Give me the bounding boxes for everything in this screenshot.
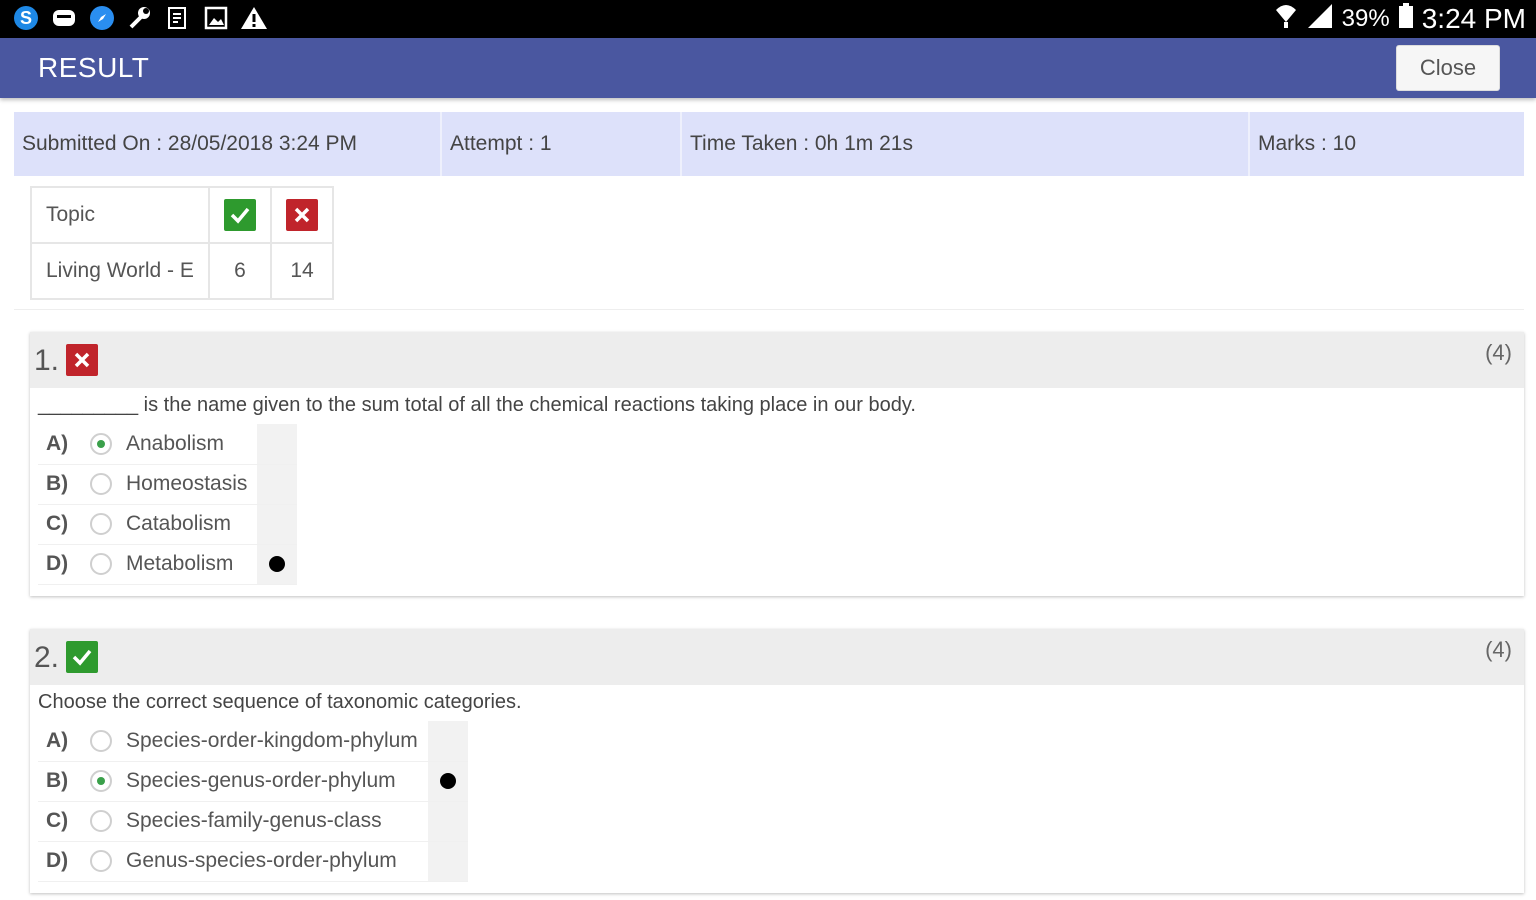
option-text: Catabolism — [124, 504, 258, 545]
option-text: Species-family-genus-class — [124, 801, 428, 842]
option-text: Genus-species-order-phylum — [124, 841, 428, 882]
radio-button[interactable] — [90, 473, 112, 496]
skype-icon: S — [12, 4, 40, 32]
correct-answer-dot — [269, 556, 286, 573]
option-text: Homeostasis — [124, 464, 258, 505]
signal-icon — [1306, 2, 1334, 37]
option-text: Metabolism — [124, 544, 258, 585]
question-marks: (4) — [1485, 340, 1512, 365]
topic-table: Topic Living World - E 6 14 — [30, 186, 334, 300]
status-bar: S 39% 3:24 PM — [0, 0, 1536, 38]
option-row: C) Species-family-genus-class — [38, 801, 468, 842]
wifi-icon — [1274, 2, 1298, 37]
svg-text:S: S — [20, 8, 32, 28]
app-bar: RESULT Close — [0, 38, 1536, 98]
option-letter: A) — [38, 424, 78, 465]
document-icon — [164, 4, 192, 32]
image-icon — [202, 4, 230, 32]
correct-count: 6 — [208, 242, 272, 300]
battery-percent: 39% — [1341, 5, 1390, 32]
option-text: Anabolism — [124, 424, 258, 465]
option-letter: B) — [38, 761, 78, 802]
radio-button[interactable] — [90, 433, 112, 456]
options-list: A) Species-order-kingdom-phylum B) Speci… — [38, 721, 468, 882]
radio-button[interactable] — [90, 553, 112, 576]
status-right: 39% 3:24 PM — [1274, 0, 1526, 38]
close-button[interactable]: Close — [1396, 45, 1500, 91]
answer-cell — [257, 464, 298, 505]
option-row: A) Anabolism — [38, 424, 298, 465]
options-list: A) Anabolism B) Homeostasis C) Catabolis… — [38, 424, 298, 585]
time-taken: Time Taken : 0h 1m 21s — [682, 112, 1250, 176]
check-icon — [66, 641, 98, 673]
radio-button[interactable] — [90, 770, 112, 793]
option-letter: C) — [38, 801, 78, 842]
question-number: 2. — [34, 641, 60, 674]
answer-cell — [427, 841, 468, 882]
result-summary: Submitted On : 28/05/2018 3:24 PM Attemp… — [14, 112, 1524, 176]
question-text: _________ is the name given to the sum t… — [38, 394, 916, 416]
answer-cell — [257, 544, 298, 585]
submitted-on: Submitted On : 28/05/2018 3:24 PM — [14, 112, 442, 176]
answer-cell — [257, 504, 298, 545]
option-letter: D) — [38, 544, 78, 585]
topic-header: Topic — [30, 186, 210, 244]
topic-row: Living World - E 6 14 — [30, 242, 334, 300]
option-row: C) Catabolism — [38, 504, 298, 545]
option-row: D) Metabolism — [38, 544, 298, 585]
option-row: D) Genus-species-order-phylum — [38, 841, 468, 882]
question-text: Choose the correct sequence of taxonomic… — [38, 691, 522, 713]
radio-button[interactable] — [90, 850, 112, 873]
marks-total: Marks : 10 — [1258, 132, 1357, 155]
option-text: Species-genus-order-phylum — [124, 761, 428, 802]
answer-cell — [427, 721, 468, 762]
notification-icons: S — [12, 4, 268, 32]
question-card: 1. (4) _________ is the name given to th… — [30, 332, 1524, 596]
option-text: Species-order-kingdom-phylum — [124, 721, 428, 762]
option-letter: C) — [38, 504, 78, 545]
radio-button[interactable] — [90, 810, 112, 833]
question-header: 1. (4) — [30, 332, 1524, 388]
question-header: 2. (4) — [30, 629, 1524, 685]
option-letter: B) — [38, 464, 78, 505]
topic-header-row: Topic — [30, 186, 334, 244]
cross-icon — [66, 344, 98, 376]
radio-button[interactable] — [90, 730, 112, 753]
compass-icon — [88, 4, 116, 32]
answer-cell — [427, 761, 468, 802]
question-card: 2. (4) Choose the correct sequence of ta… — [30, 629, 1524, 893]
radio-button[interactable] — [90, 513, 112, 536]
answer-cell — [427, 801, 468, 842]
page-title: RESULT — [38, 52, 150, 83]
question-number: 1. — [34, 344, 60, 377]
option-letter: A) — [38, 721, 78, 762]
battery-icon — [1398, 2, 1414, 36]
check-icon — [224, 199, 256, 231]
cross-icon — [286, 199, 318, 231]
answer-cell — [257, 424, 298, 465]
clock: 3:24 PM — [1421, 3, 1526, 34]
attempt-count: Attempt : 1 — [442, 112, 682, 176]
option-row: B) Species-genus-order-phylum — [38, 761, 468, 802]
correct-answer-dot — [439, 773, 456, 790]
topic-summary: Topic Living World - E 6 14 — [14, 176, 1524, 310]
wrong-count: 14 — [270, 242, 334, 300]
option-row: B) Homeostasis — [38, 464, 298, 505]
option-row: A) Species-order-kingdom-phylum — [38, 721, 468, 762]
chat-icon — [50, 4, 78, 32]
wrench-icon — [126, 4, 154, 32]
topic-name: Living World - E — [30, 242, 210, 300]
warning-icon — [240, 4, 268, 32]
question-marks: (4) — [1485, 637, 1512, 662]
option-letter: D) — [38, 841, 78, 882]
